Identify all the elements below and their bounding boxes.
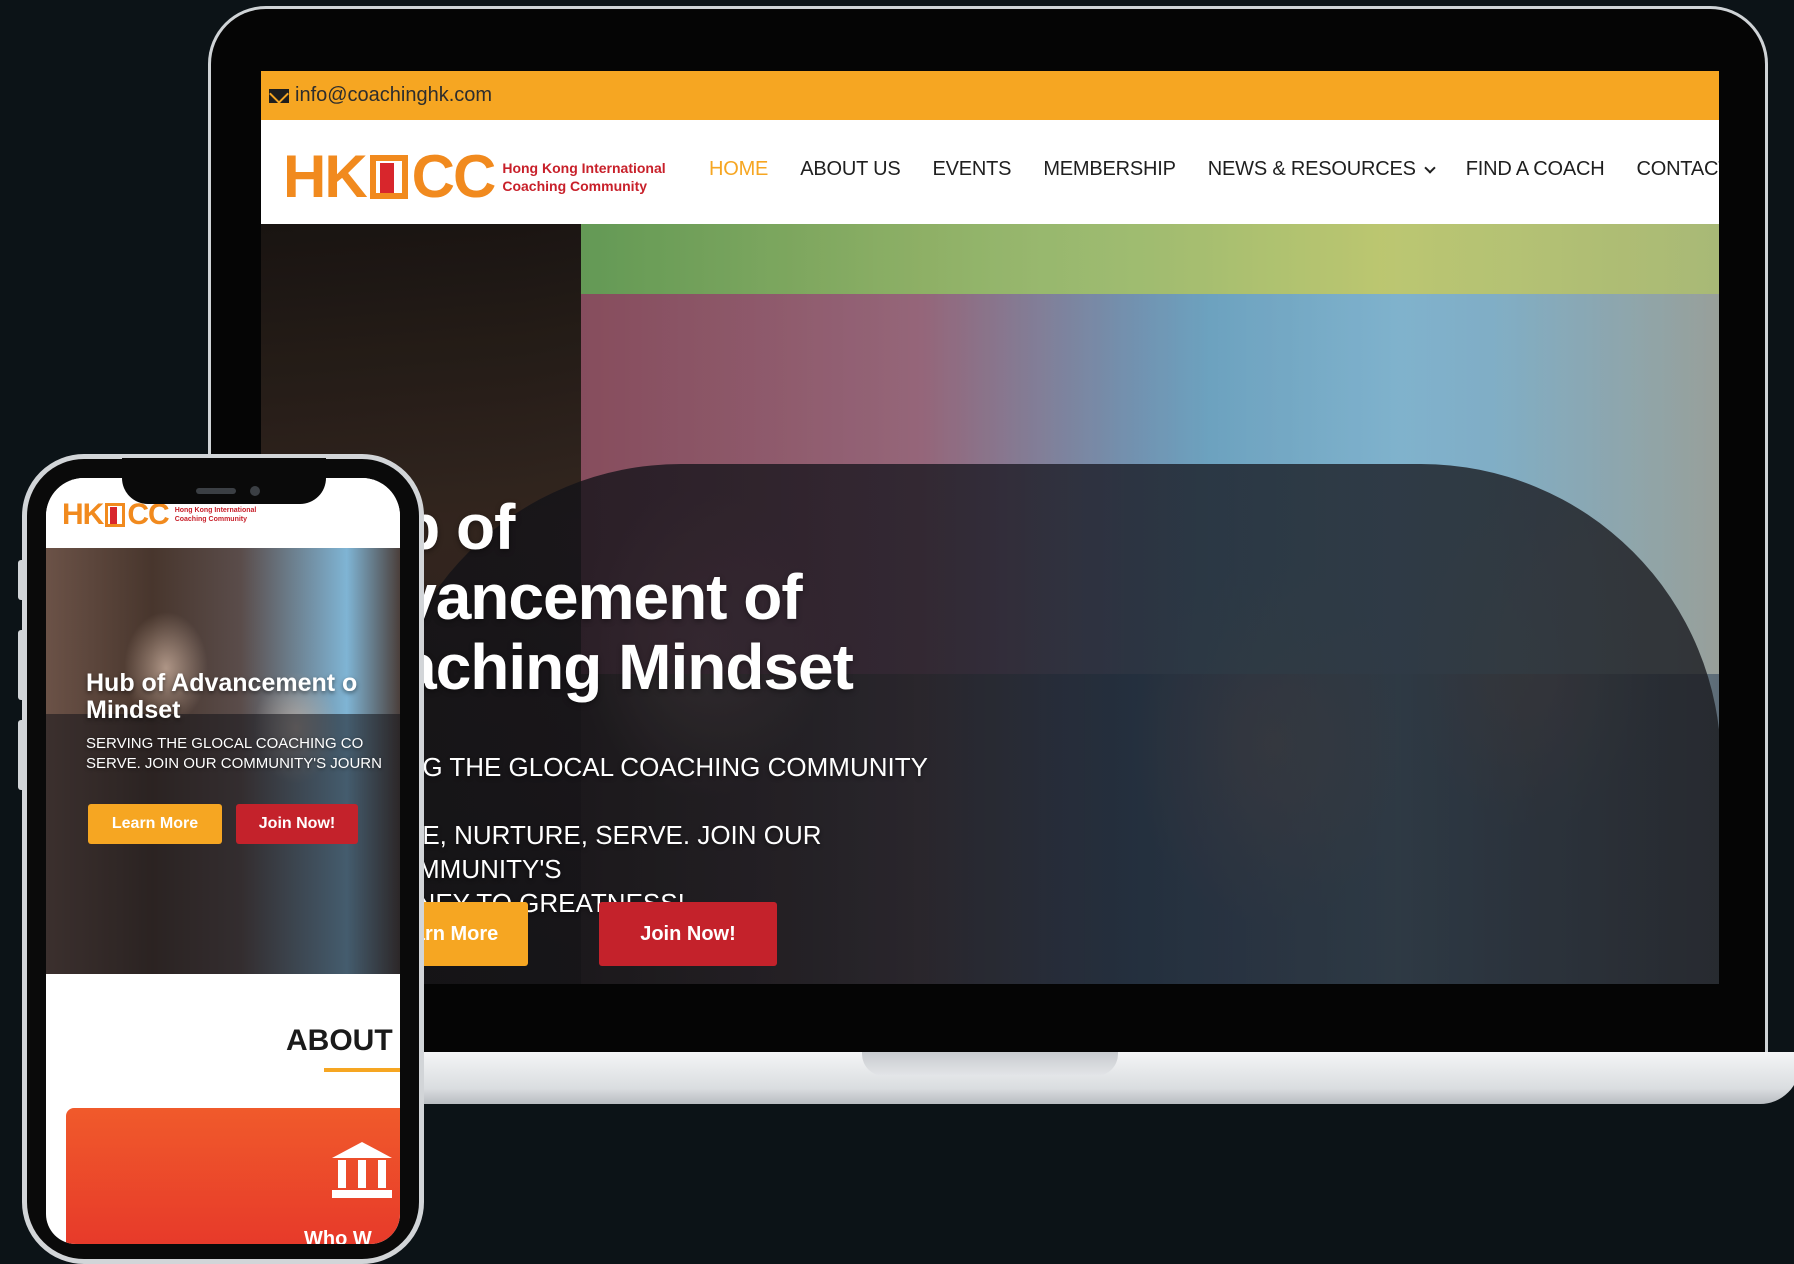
contact-topbar: info@coachinghk.com (261, 71, 1719, 120)
mobile-logo-text: Hong Kong International Coaching Communi… (175, 506, 257, 524)
mobile-website: HK CC Hong Kong International Coaching C… (46, 478, 400, 1244)
speaker-grille (196, 488, 236, 494)
mobile-logo-line-1: Hong Kong International (174, 507, 257, 514)
nav-links: HOME ABOUT US EVENTS MEMBERSHIP NEWS & R… (709, 158, 1719, 181)
door-icon (105, 503, 126, 527)
nav-news-label: NEWS & RESOURCES (1207, 158, 1416, 180)
mobile-hero-subtitle-line: SERVE. JOIN OUR COMMUNITY'S JOURN (86, 755, 382, 772)
mobile-join-now-button[interactable]: Join Now! (236, 804, 358, 844)
logo-text: Hong Kong International Coaching Communi… (502, 159, 665, 195)
desktop-website: info@coachinghk.com HK CC Hong Kong Inte… (261, 71, 1719, 984)
logo-mark: HK CC (283, 142, 497, 211)
nav-contact-us[interactable]: CONTACT US (1636, 158, 1719, 181)
nav-events[interactable]: EVENTS (932, 158, 1011, 181)
logo-mark-start: HK (283, 143, 368, 210)
mail-icon (269, 88, 289, 103)
nav-home[interactable]: HOME (709, 158, 768, 181)
about-heading-underline (324, 1068, 400, 1072)
hero-subtitle-line: VING THE GLOCAL COACHING COMMUNITY – (379, 752, 928, 816)
institution-icon (332, 1142, 392, 1202)
mobile-learn-more-button[interactable]: Learn More (88, 804, 222, 844)
hero-title-line: dvancement of (363, 561, 803, 633)
topbar-email-link[interactable]: info@coachinghk.com (295, 84, 492, 107)
mobile-hero-title: Hub of Advancement o Mindset (86, 670, 400, 724)
mobile-logo-mark-start: HK (62, 498, 104, 531)
hero-subtitle: VING THE GLOCAL COACHING COMMUNITY – PIR… (379, 750, 939, 920)
mobile-hero-title-line: Hub of Advancement o (86, 669, 358, 697)
nav-find-a-coach[interactable]: FIND A COACH (1466, 158, 1605, 181)
hero-subtitle-line: PIRE, NURTURE, SERVE. JOIN OUR COMMUNITY… (379, 820, 822, 884)
laptop-notch (862, 1052, 1118, 1076)
nav-news-resources[interactable]: NEWS & RESOURCES (1207, 158, 1436, 181)
hero-title: ub of dvancement of oaching Mindset (363, 492, 923, 702)
logo-line-1: Hong Kong International (502, 159, 666, 176)
join-now-button[interactable]: Join Now! (599, 902, 777, 966)
main-navbar: HK CC Hong Kong International Coaching C… (261, 120, 1719, 224)
phone-side-button (18, 720, 26, 790)
phone-side-button (18, 560, 26, 600)
logo-mark-end: CC (411, 143, 497, 210)
logo-line-2: Coaching Community (502, 177, 648, 194)
camera-icon (250, 486, 260, 496)
chevron-down-icon (1424, 162, 1436, 174)
mobile-hero-subtitle: SERVING THE GLOCAL COACHING CO SERVE. JO… (86, 734, 400, 774)
hero-title-line: oaching Mindset (363, 631, 854, 703)
nav-about-us[interactable]: ABOUT US (800, 158, 900, 181)
about-heading: ABOUT (286, 1024, 393, 1057)
mobile-hero-title-line: Mindset (86, 696, 181, 724)
nav-membership[interactable]: MEMBERSHIP (1043, 158, 1176, 181)
door-icon (369, 154, 408, 199)
mobile-hero-subtitle-line: SERVING THE GLOCAL COACHING CO (86, 735, 364, 752)
site-logo[interactable]: HK CC Hong Kong International Coaching C… (283, 142, 666, 211)
hero-title-line: ub of (363, 491, 515, 563)
phone-notch (122, 458, 326, 504)
hero-banner: ub of dvancement of oaching Mindset VING… (261, 224, 1719, 984)
who-we-are-label: Who W (304, 1228, 372, 1244)
phone-side-button (18, 630, 26, 700)
mobile-logo-line-2: Coaching Community (174, 516, 248, 523)
mobile-hero: Hub of Advancement o Mindset SERVING THE… (46, 548, 400, 974)
